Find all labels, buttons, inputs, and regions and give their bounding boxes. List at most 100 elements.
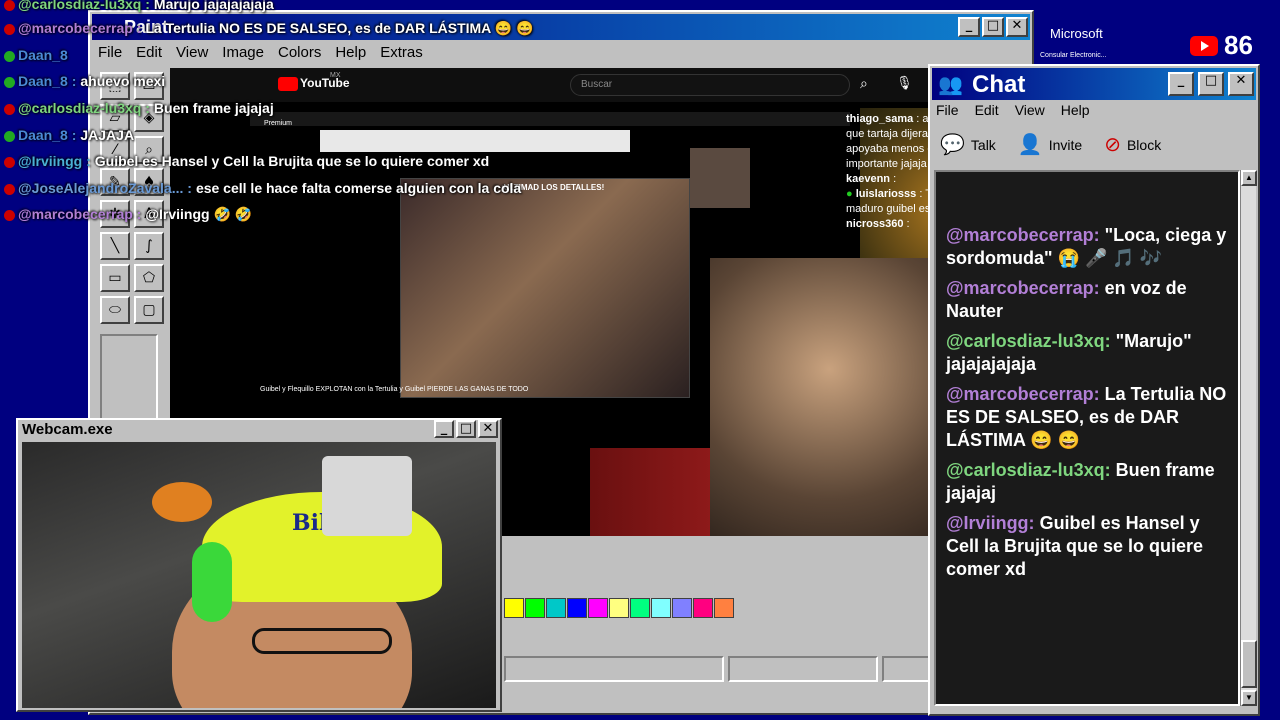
menu-image[interactable]: Image (222, 42, 264, 64)
menu-view[interactable]: View (176, 42, 208, 64)
microsoft-label: Microsoft (1050, 26, 1103, 41)
color-swatch[interactable] (714, 598, 734, 618)
youtube-icon (1190, 35, 1218, 56)
glasses (252, 628, 392, 654)
overlay-chat-line: @carlosdiaz-lu3xq : Buen frame jajajaj (4, 100, 274, 116)
maximize-button[interactable]: □ (1198, 72, 1224, 96)
chat-menubar: File Edit View Help (936, 102, 1090, 118)
overlay-message: JAJAJA (80, 127, 135, 143)
chat-username: @marcobecerrap: (946, 225, 1105, 245)
maximize-button[interactable]: □ (982, 17, 1004, 37)
color-swatch[interactable] (672, 598, 692, 618)
menu-extras[interactable]: Extras (380, 42, 423, 64)
overlay-message: Buen frame jajajaj (153, 100, 274, 116)
minimize-button[interactable]: _ (1168, 72, 1194, 96)
block-button[interactable]: ⊘ Block (1104, 132, 1161, 157)
chat-title-bar[interactable]: 👥 Chat _ □ ✕ (932, 68, 1256, 100)
menu-edit[interactable]: Edit (136, 42, 162, 64)
color-palette (504, 598, 734, 618)
invite-label: Invite (1048, 136, 1083, 153)
close-button[interactable]: ✕ (1006, 17, 1028, 37)
curve-tool[interactable]: ∫ (134, 232, 164, 260)
scroll-up-button[interactable]: ▲ (1241, 170, 1257, 186)
youtube-logo-icon (278, 77, 298, 91)
overlay-message: Guibel es Hansel y Cell la Brujita que s… (94, 153, 490, 169)
overlay-message: La Tertulia NO ES DE SALSEO, es de DAR L… (145, 20, 534, 36)
chat-toolbar: 💬 Talk 👤 Invite ⊘ Block (940, 132, 1161, 157)
chat-username: @marcobecerrap: (946, 384, 1105, 404)
chat-username: @carlosdiaz-lu3xq: (946, 331, 1116, 351)
block-label: Block (1126, 136, 1162, 153)
chat-username: @carlosdiaz-lu3xq: (946, 460, 1116, 480)
tool-options-panel (100, 334, 158, 424)
background-plush (152, 482, 212, 522)
webcam-title-bar[interactable]: Webcam.exe _ □ ✕ (18, 420, 500, 440)
youtube-logo-suffix: MX (330, 72, 341, 79)
webcam-title: Webcam.exe (22, 421, 113, 438)
chat-username: @marcobecerrap: (946, 278, 1105, 298)
chat-scrollbar[interactable]: ▲ ▼ (1240, 170, 1257, 706)
color-swatch[interactable] (588, 598, 608, 618)
color-swatch[interactable] (504, 598, 524, 618)
scroll-thumb[interactable] (1241, 640, 1257, 688)
chat-menu-edit[interactable]: Edit (975, 102, 999, 118)
youtube-search-input[interactable]: Buscar (570, 74, 850, 96)
overlay-chat-line: Daan_8 : ahuevo mexi (4, 73, 165, 89)
menu-file[interactable]: File (98, 42, 122, 64)
chat-message-area[interactable]: @marcobecerrap: "Loca, ciega y sordomuda… (934, 170, 1240, 706)
color-swatch[interactable] (546, 598, 566, 618)
overlay-chat-line: Daan_8 (4, 47, 72, 63)
block-icon: ⊘ (1104, 134, 1121, 156)
rectangle-tool[interactable]: ▭ (100, 264, 130, 292)
youtube-header: YouTube MX Buscar ⌕ 🎙 (170, 68, 1008, 102)
ellipse-tool[interactable]: ⬭ (100, 296, 130, 324)
overlay-message: Marujo jajajajajaja (153, 0, 274, 12)
overlay-username: @marcobecerrap : (18, 20, 142, 36)
color-swatch[interactable] (525, 598, 545, 618)
search-icon[interactable]: ⌕ (860, 75, 868, 92)
user-badge-icon (4, 130, 15, 142)
color-swatch[interactable] (693, 598, 713, 618)
color-swatch[interactable] (567, 598, 587, 618)
microphone-icon[interactable]: 🎙 (896, 75, 913, 91)
overlay-chat-line: @JoseAlejandroZavala... : ese cell le hac… (4, 180, 521, 196)
green-headphones (192, 542, 232, 622)
inner-video-thumbnail: ¡ULTIMAD LOS DETALLES! (400, 178, 690, 398)
color-swatch[interactable] (630, 598, 650, 618)
rounded-rect-tool[interactable]: ▢ (134, 296, 164, 324)
minimize-button[interactable]: _ (434, 420, 454, 438)
chat-message: @marcobecerrap: La Tertulia NO ES DE SAL… (946, 383, 1236, 452)
close-button[interactable]: ✕ (478, 420, 498, 438)
user-badge-icon (4, 23, 15, 35)
inner-video-title: Guibel y Flequillo EXPLOTAN con la Tertu… (260, 386, 529, 393)
user-badge-icon (4, 103, 15, 115)
chat-message: @carlosdiaz-lu3xq: "Marujo" jajajajajaja (946, 330, 1236, 376)
menu-colors[interactable]: Colors (278, 42, 321, 64)
chat-title: Chat (972, 71, 1026, 98)
overlay-chat-line: @marcobecerrap : La Tertulia NO ES DE SAL… (4, 20, 533, 37)
invite-icon: 👤 (1017, 134, 1043, 156)
user-badge-icon (4, 183, 15, 195)
scroll-down-button[interactable]: ▼ (1241, 690, 1257, 706)
overlay-username: Daan_8 : (18, 127, 77, 143)
inner-screenshot-bar (320, 130, 630, 152)
close-button[interactable]: ✕ (1228, 72, 1254, 96)
color-swatch[interactable] (609, 598, 629, 618)
chat-menu-file[interactable]: File (936, 102, 959, 118)
line-tool[interactable]: ╲ (100, 232, 130, 260)
inner-facecam (690, 148, 750, 208)
menu-help[interactable]: Help (335, 42, 366, 64)
overlay-username: @JoseAlejandroZavala... : (18, 180, 192, 196)
invite-button[interactable]: 👤 Invite (1018, 132, 1082, 157)
status-bar-segment (504, 656, 724, 682)
minimize-button[interactable]: _ (958, 17, 980, 37)
chat-menu-view[interactable]: View (1015, 102, 1045, 118)
maximize-button[interactable]: □ (456, 420, 476, 438)
overlay-chat-line: Daan_8 : JAJAJA (4, 127, 134, 143)
background-figure (322, 456, 412, 536)
chat-menu-help[interactable]: Help (1061, 102, 1090, 118)
polygon-tool[interactable]: ⬠ (134, 264, 164, 292)
color-swatch[interactable] (651, 598, 671, 618)
youtube-logo-text: YouTube (300, 76, 350, 90)
talk-button[interactable]: 💬 Talk (940, 132, 996, 157)
